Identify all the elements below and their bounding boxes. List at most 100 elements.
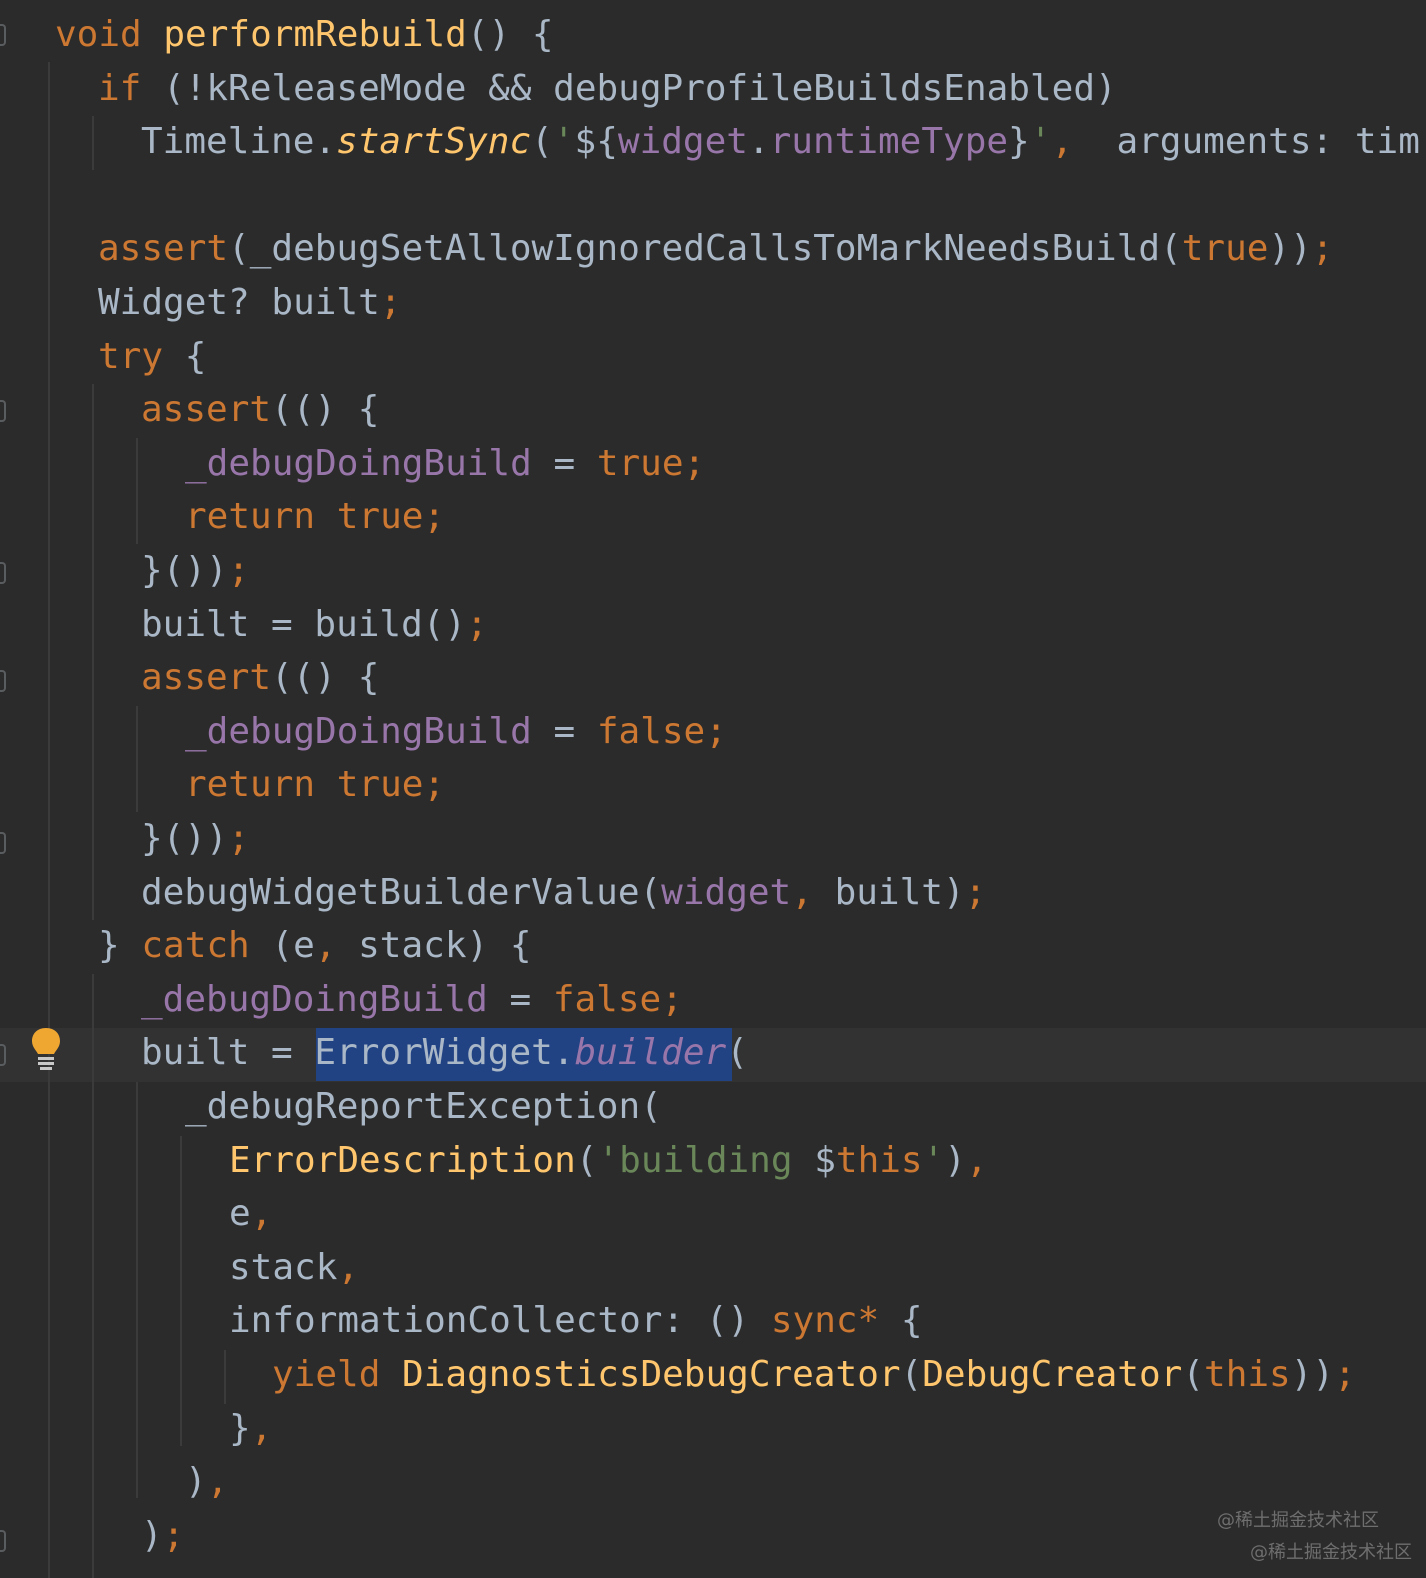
code-line[interactable]: _debugReportException( — [185, 1080, 662, 1134]
code-token: ( — [1182, 1354, 1205, 1395]
code-token: void — [55, 14, 164, 55]
code-token: startSync — [336, 121, 532, 163]
code-token: assert — [141, 657, 272, 699]
code-token: _debugSetAllowIgnoredCallsToMarkNeedsBui… — [249, 228, 1182, 270]
code-line[interactable]: stack, — [229, 1241, 359, 1295]
code-line[interactable]: try { — [98, 330, 206, 384]
code-token: }()) — [141, 818, 228, 859]
code-token: ( — [228, 228, 250, 270]
code-line[interactable]: assert(() { — [141, 651, 379, 705]
code-token: = — [553, 442, 597, 484]
code-line[interactable]: informationCollector: () sync* { — [229, 1294, 923, 1348]
code-line[interactable]: return true; — [185, 490, 445, 544]
watermark: @稀土掘金技术社区 — [1250, 1542, 1412, 1563]
fold-marker[interactable] — [0, 832, 6, 854]
code-token: ; — [227, 550, 250, 591]
code-line[interactable]: Widget? built; — [98, 276, 401, 330]
code-line[interactable]: _debugDoingBuild = true; — [185, 437, 705, 491]
fold-marker[interactable] — [0, 1530, 6, 1552]
code-token: ErrorDescription — [229, 1139, 576, 1181]
code-line[interactable]: built = build(); — [141, 598, 488, 652]
code-token: runtimeType — [769, 121, 1009, 163]
code-token: ) — [141, 1514, 163, 1556]
code-token: ( — [726, 1032, 748, 1074]
code-token: , — [250, 1407, 273, 1449]
code-token: arguments: tim — [1073, 121, 1420, 163]
code-token: e — [229, 1193, 251, 1235]
code-token: ' — [552, 121, 575, 163]
code-token: informationCollector: () — [229, 1300, 771, 1342]
lightbulb-icon[interactable] — [30, 1026, 62, 1072]
code-token: widget — [661, 871, 792, 913]
code-line[interactable]: yield DiagnosticsDebugCreator(DebugCreat… — [272, 1348, 1356, 1402]
code-token: Widget? built — [98, 282, 380, 323]
code-token: , — [314, 925, 359, 967]
code-token: _debugDoingBuild — [185, 442, 554, 484]
code-token: (() { — [271, 389, 380, 431]
code-line[interactable]: debugWidgetBuilderValue(widget, built); — [141, 866, 986, 920]
indent-guide — [136, 706, 138, 812]
code-token: ' — [922, 1139, 945, 1181]
code-token: ; — [466, 603, 488, 645]
code-line[interactable]: } catch (e, stack) { — [98, 919, 532, 973]
code-token: ; — [379, 282, 402, 323]
code-token: ( — [575, 1139, 598, 1181]
code-token: ; — [1334, 1354, 1356, 1395]
code-token: ; — [227, 818, 250, 859]
code-token: = — [553, 710, 597, 752]
code-token: stack) { — [358, 925, 532, 967]
code-token: try — [98, 335, 185, 377]
code-line[interactable]: assert(() { — [141, 383, 379, 437]
code-token: } — [1008, 121, 1030, 163]
code-token: ; — [1311, 228, 1334, 270]
code-line[interactable]: ), — [185, 1455, 228, 1509]
code-line[interactable]: Timeline.startSync('${widget.runtimeType… — [141, 115, 1420, 169]
code-token: built) — [834, 871, 965, 913]
code-token: }()) — [141, 550, 228, 591]
code-line[interactable]: assert(_debugSetAllowIgnoredCallsToMarkN… — [98, 222, 1333, 276]
fold-marker[interactable] — [0, 24, 6, 46]
code-token: , — [250, 1193, 273, 1235]
code-token: ( — [531, 121, 553, 163]
fold-marker[interactable] — [0, 1044, 6, 1066]
code-line[interactable]: }, — [229, 1402, 272, 1456]
code-line[interactable]: _debugDoingBuild = false; — [141, 973, 683, 1027]
indent-guide — [180, 1136, 182, 1446]
code-token: ( — [900, 1354, 923, 1395]
code-line[interactable]: ErrorDescription('building $this'), — [229, 1134, 988, 1188]
code-token: return true; — [185, 764, 446, 806]
code-token: ' — [1029, 121, 1052, 163]
code-token: ; — [162, 1514, 185, 1556]
code-line[interactable]: void performRebuild() { — [55, 8, 554, 62]
code-token: } — [98, 925, 142, 967]
indent-guide — [136, 1082, 138, 1498]
code-token: Timeline. — [141, 121, 337, 163]
code-line[interactable]: return true; — [185, 758, 445, 812]
fold-marker[interactable] — [0, 400, 6, 422]
fold-marker[interactable] — [0, 562, 6, 584]
code-token: . — [747, 121, 770, 163]
code-token: ${ — [574, 121, 618, 163]
code-token: (!kReleaseMode && debugProfileBuildsEnab… — [163, 67, 1117, 109]
code-token: $ — [814, 1139, 836, 1181]
code-line[interactable]: if (!kReleaseMode && debugProfileBuildsE… — [98, 62, 1117, 116]
code-token: _debugDoingBuild — [141, 978, 510, 1020]
code-token: if — [98, 67, 164, 109]
code-token: ; — [964, 871, 987, 913]
code-line[interactable]: _debugDoingBuild = false; — [185, 705, 727, 759]
code-token: () { — [466, 14, 554, 55]
watermark: @稀土掘金技术社区 — [1217, 1510, 1379, 1531]
code-line[interactable]: ); — [141, 1509, 184, 1563]
code-token: performRebuild — [163, 14, 467, 55]
code-line[interactable]: e, — [229, 1187, 272, 1241]
code-token: , — [337, 1246, 360, 1288]
code-line[interactable]: built = ErrorWidget.builder( — [141, 1026, 748, 1080]
indent-guide — [92, 116, 94, 170]
code-line[interactable]: }()); — [141, 812, 249, 866]
code-token: stack — [229, 1246, 338, 1288]
editor-gutter — [0, 0, 70, 1578]
fold-marker[interactable] — [0, 670, 6, 692]
code-line[interactable]: }()); — [141, 544, 249, 598]
code-token: 'building — [597, 1139, 815, 1181]
indent-guide — [136, 438, 138, 544]
